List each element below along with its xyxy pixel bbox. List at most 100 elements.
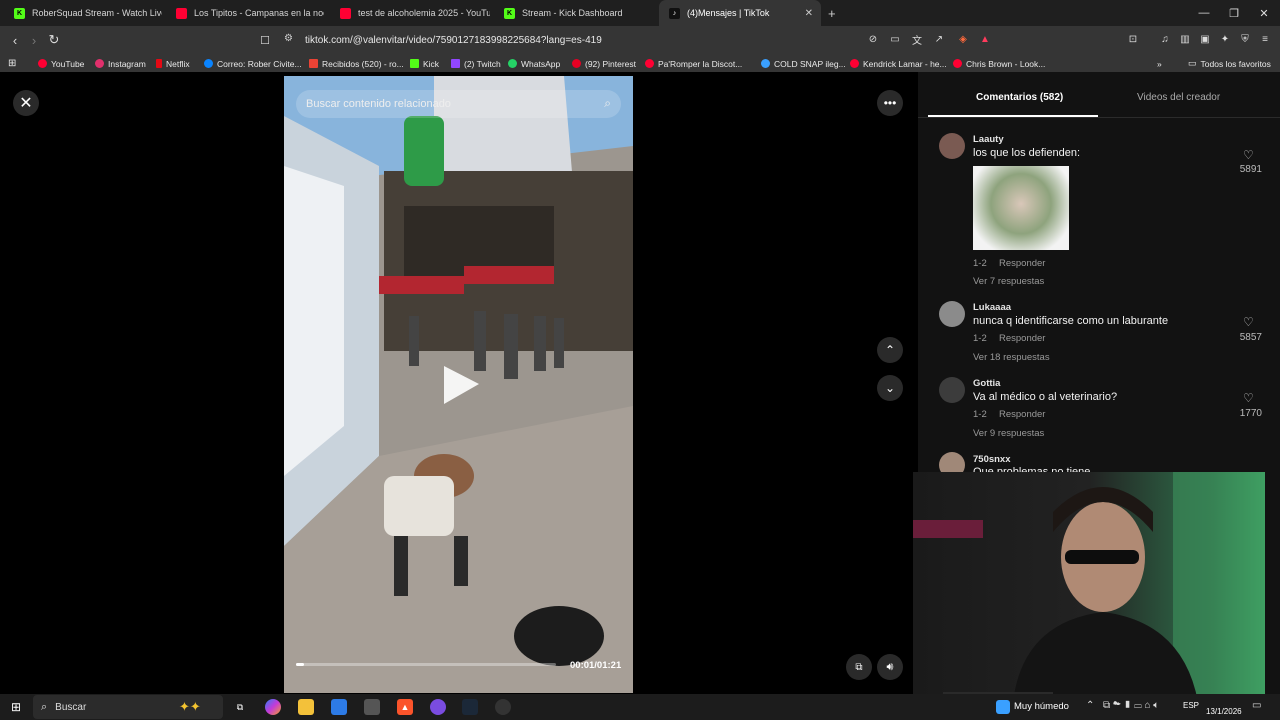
related-search-input[interactable]: Buscar contenido relacionado ⌕	[296, 90, 621, 118]
bookmark-netflix[interactable]: Netflix	[156, 57, 190, 70]
kick-icon: K	[504, 7, 515, 19]
bookmark-whatsapp[interactable]: WhatsApp	[508, 57, 560, 70]
close-video-button[interactable]: ✕	[13, 90, 39, 116]
avatar[interactable]	[939, 301, 965, 327]
tab-los-tipitos[interactable]: Los Tipitos - Campanas en la noche (	[166, 0, 324, 26]
app-icon[interactable]	[364, 699, 380, 715]
apps-icon[interactable]: ⊞	[8, 57, 16, 70]
whatsapp-icon	[508, 59, 517, 68]
next-video-button[interactable]: ⌄	[877, 375, 903, 401]
back-button[interactable]: ‹	[6, 31, 24, 49]
wallet-icon[interactable]: ▣	[1198, 32, 1212, 46]
bookmark-chris-brown[interactable]: Chris Brown - Look...	[953, 57, 1045, 70]
sidebar-icon[interactable]: ▥	[1178, 32, 1192, 46]
tab-kick-dashboard[interactable]: K Stream - Kick Dashboard	[494, 0, 654, 26]
youtube-icon	[176, 7, 187, 19]
restore-button[interactable]: ❐	[1218, 0, 1250, 26]
forward-button[interactable]: ›	[25, 31, 43, 49]
like-count: 5857	[1239, 332, 1262, 343]
reload-button[interactable]: ↻	[45, 31, 63, 49]
search-icon: ⌕	[41, 700, 48, 713]
brave-shield-icon[interactable]: ◈	[956, 32, 970, 46]
tab-tiktok-messages[interactable]: ♪ (4)Mensajes | TikTok ✕	[659, 0, 821, 26]
media-icon[interactable]: ♫	[1158, 32, 1172, 46]
avatar[interactable]	[939, 133, 965, 159]
tab-creator-videos[interactable]: Videos del creador	[1137, 92, 1220, 103]
site-info-icon[interactable]: ⚙	[284, 33, 293, 44]
bookmark-label: COLD SNAP ileg...	[774, 58, 846, 69]
all-favorites[interactable]: ▭ Todos los favoritos	[1188, 57, 1271, 70]
brave-rewards-icon[interactable]: ▲	[978, 32, 992, 46]
bookmark-instagram[interactable]: Instagram	[95, 57, 146, 70]
volume-button[interactable]: 🔊︎	[877, 654, 903, 680]
view-replies-button[interactable]: Ver 9 respuestas	[973, 428, 1044, 439]
vpn-icon[interactable]: ⛨	[1238, 32, 1252, 46]
more-options-button[interactable]: •••	[877, 90, 903, 116]
menu-icon[interactable]: ≡	[1258, 32, 1272, 46]
translate-off-icon[interactable]: ⊘	[866, 32, 880, 46]
copilot-icon[interactable]	[265, 699, 281, 715]
brave-browser-icon[interactable]: ▲	[397, 699, 413, 715]
microsoft-store-icon[interactable]	[331, 699, 347, 715]
new-tab-button[interactable]: +	[828, 6, 836, 21]
task-view-icon[interactable]: ⧉	[232, 699, 248, 715]
obs-icon[interactable]	[430, 699, 446, 715]
language-label[interactable]: ESP	[1183, 701, 1199, 710]
bookmark-cold-snap[interactable]: COLD SNAP ileg...	[761, 57, 846, 70]
previous-video-button[interactable]: ⌃	[877, 337, 903, 363]
tab-roberquad-stream[interactable]: K RoberSquad Stream - Watch Live	[4, 0, 162, 26]
file-explorer-icon[interactable]	[298, 699, 314, 715]
steam-icon[interactable]	[462, 699, 478, 715]
bookmark-icon[interactable]: ☐	[256, 31, 274, 49]
view-replies-button[interactable]: Ver 18 respuestas	[973, 352, 1050, 363]
heart-icon[interactable]: ♡	[1243, 148, 1254, 162]
windows-start-icon[interactable]: ⊞	[8, 699, 24, 715]
video-player[interactable]: 00:01/01:21	[284, 76, 633, 693]
bookmark-kick[interactable]: Kick	[410, 57, 439, 70]
floating-player-button[interactable]: ⧉	[846, 654, 872, 680]
close-tab-icon[interactable]: ✕	[805, 8, 813, 19]
more-bookmarks-icon[interactable]: »	[1157, 57, 1162, 70]
video-progress-bar[interactable]	[296, 663, 556, 666]
comment-user[interactable]: Laauty	[973, 134, 1004, 145]
leo-ai-icon[interactable]: ✦	[1218, 32, 1232, 46]
bookmark-pinterest[interactable]: (92) Pinterest	[572, 57, 636, 70]
share-icon[interactable]: ↗	[932, 32, 946, 46]
search-icon[interactable]: ⌕	[604, 96, 611, 111]
reply-button[interactable]: Responder	[999, 409, 1045, 420]
bookmark-correo[interactable]: Correo: Rober Civite...	[204, 57, 302, 70]
close-window-button[interactable]: ✕	[1248, 0, 1280, 26]
tab-test-alcoholemia[interactable]: test de alcoholemia 2025 - YouTube	[330, 0, 490, 26]
tray-icons[interactable]: ⧉ ☁ ▮ ▭ ⌂ 🔈︎	[1103, 700, 1159, 711]
screenshot-icon[interactable]: ⊡	[1126, 32, 1140, 46]
comment-image[interactable]	[973, 166, 1069, 250]
minimize-button[interactable]: —	[1188, 0, 1220, 26]
translate-icon[interactable]: 文	[910, 32, 924, 47]
taskbar-search[interactable]: ⌕ Buscar ✦✦	[33, 695, 223, 719]
comment-user[interactable]: 750snxx	[973, 454, 1011, 465]
video-frame	[284, 76, 633, 693]
bookmark-twitch[interactable]: (2) Twitch	[451, 57, 501, 70]
bookmark-paromper[interactable]: Pa'Romper la Discot...	[645, 57, 742, 70]
bookmark-gmail[interactable]: Recibidos (520) - ro...	[309, 57, 404, 70]
notifications-icon[interactable]: ▭	[1252, 700, 1261, 711]
comment-user[interactable]: Lukaaaa	[973, 302, 1011, 313]
reply-button[interactable]: Responder	[999, 258, 1045, 269]
tab-comments[interactable]: Comentarios (582)	[976, 92, 1063, 103]
tab-label: test de alcoholemia 2025 - YouTube	[358, 8, 490, 18]
avatar[interactable]	[939, 377, 965, 403]
view-replies-button[interactable]: Ver 7 respuestas	[973, 276, 1044, 287]
reply-button[interactable]: Responder	[999, 333, 1045, 344]
bookmark-kendrick[interactable]: Kendrick Lamar - he...	[850, 57, 947, 70]
heart-icon[interactable]: ♡	[1243, 315, 1254, 329]
clock-date[interactable]: 13/1/2026	[1206, 707, 1242, 716]
tray-chevron-icon[interactable]: ⌃	[1086, 700, 1094, 711]
comment-user[interactable]: Gottia	[973, 378, 1000, 389]
weather-icon[interactable]	[996, 700, 1010, 714]
streamer-figure	[913, 472, 1265, 702]
bookmark-youtube[interactable]: YouTube	[38, 57, 84, 70]
browser-tab-strip: K RoberSquad Stream - Watch Live Los Tip…	[0, 0, 1280, 26]
app-icon[interactable]	[495, 699, 511, 715]
heart-icon[interactable]: ♡	[1243, 391, 1254, 405]
cast-icon[interactable]: ▭	[888, 32, 902, 46]
